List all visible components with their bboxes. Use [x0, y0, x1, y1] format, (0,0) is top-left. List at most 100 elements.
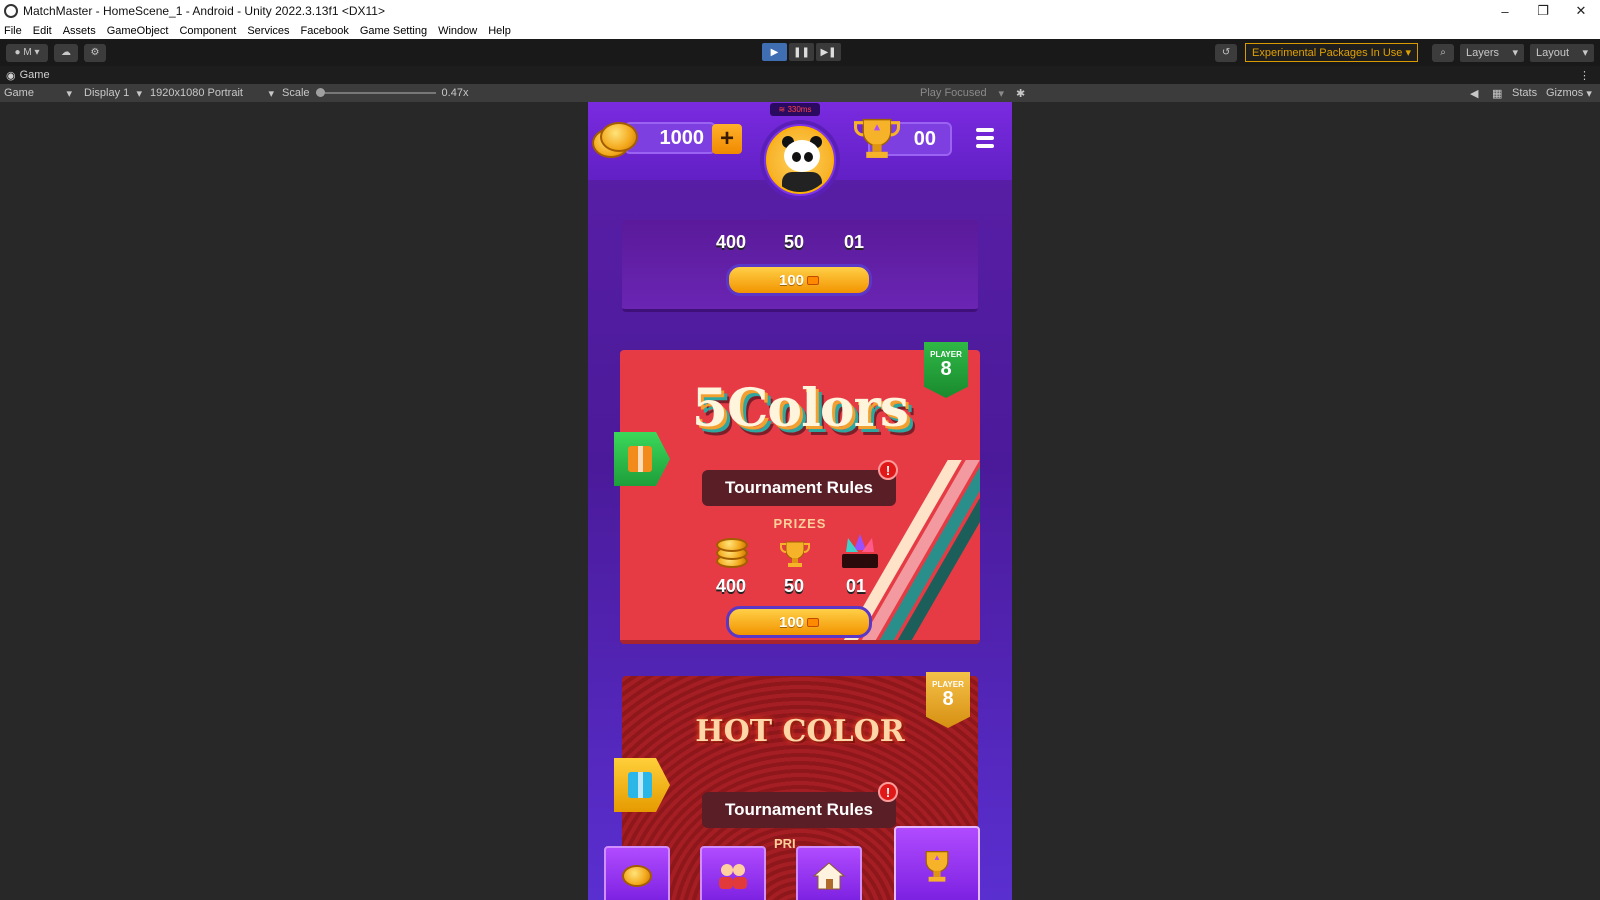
maximize-button[interactable]: ❐ [1524, 0, 1562, 22]
menu-gameobject[interactable]: GameObject [107, 25, 169, 37]
ping-indicator: ≋ 330ms [770, 103, 820, 116]
game-view-controls: Game ▾ Display 1 ▾ 1920x1080 Portrait ▾ Sca… [0, 84, 1600, 102]
friends-icon [719, 864, 747, 889]
ticket-icon [807, 617, 820, 627]
bug-icon[interactable]: ✱ [1012, 87, 1029, 100]
menu-edit[interactable]: Edit [33, 25, 52, 37]
settings-icon: ⚙ [90, 47, 100, 58]
chevron-down-icon: ▾ [268, 87, 274, 100]
menu-help[interactable]: Help [488, 25, 511, 37]
game-viewport[interactable]: 400 50 01 100 5Colors Tournament Rules !… [588, 102, 1012, 900]
wifi-icon: ≋ [778, 105, 788, 114]
frame-debugger-icon[interactable]: ▦ [1488, 87, 1506, 100]
search-button[interactable]: ⌕ [1432, 43, 1454, 62]
stats-button[interactable]: Stats [1508, 87, 1541, 99]
tournament-card-1[interactable]: 400 50 01 100 [622, 220, 978, 312]
account-label: M [23, 47, 32, 58]
coin-icon [592, 118, 638, 158]
mute-audio-icon[interactable]: ◀ [1466, 87, 1482, 100]
prize-trophies-value: 50 [784, 232, 805, 252]
game-title: HOT COLOR [695, 714, 905, 749]
menu-assets[interactable]: Assets [63, 25, 96, 37]
cloud-button[interactable]: ☁ [54, 43, 78, 62]
menu-window[interactable]: Window [438, 25, 477, 37]
avatar[interactable] [760, 120, 840, 200]
scale-control: Scale 0.47x [278, 87, 472, 99]
menu-bar: File Edit Assets GameObject Component Se… [0, 22, 1600, 39]
nav-friends-button[interactable] [700, 846, 766, 900]
prize-coins-value: 400 [716, 576, 747, 596]
tournament-rules-button[interactable]: Tournament Rules [702, 792, 896, 828]
player-count: 8 [940, 358, 952, 380]
layers-dropdown[interactable]: Layers ▾ [1460, 43, 1524, 62]
cloud-icon: ☁ [61, 47, 71, 58]
pause-button[interactable]: ❚❚ [789, 43, 814, 61]
view-select-value: Game [4, 87, 34, 99]
prize-coins-value: 400 [716, 232, 747, 252]
history-button[interactable]: ↺ [1215, 43, 1238, 62]
collab-button[interactable]: ⚙ [84, 43, 106, 62]
close-button[interactable]: ✕ [1562, 0, 1600, 22]
nav-shop-button[interactable] [604, 846, 670, 900]
menu-component[interactable]: Component [179, 25, 236, 37]
prize-trophies-value: 50 [784, 576, 805, 596]
nav-home-button[interactable] [796, 846, 862, 900]
gizmos-dropdown[interactable]: Gizmos ▾ [1542, 87, 1596, 100]
hamburger-menu-icon[interactable] [976, 128, 994, 148]
chevron-down-icon: ▾ [1582, 47, 1588, 59]
ticket-icon [807, 275, 820, 285]
layout-label: Layout [1536, 46, 1570, 59]
nav-tournament-button[interactable] [894, 826, 980, 900]
gamepad-icon: ◉ [6, 69, 16, 82]
menu-facebook[interactable]: Facebook [301, 25, 349, 37]
step-icon: ▶❚ [820, 46, 837, 58]
coin-stack-icon [716, 538, 750, 568]
bottom-navigation [588, 826, 1012, 900]
scale-label: Scale [282, 87, 310, 99]
resolution-select[interactable]: 1920x1080 Portrait ▾ [146, 87, 278, 100]
view-select[interactable]: Game ▾ [0, 87, 76, 100]
scale-slider[interactable] [315, 88, 436, 97]
menu-file[interactable]: File [4, 25, 22, 37]
gem-lotus-icon [838, 532, 882, 568]
display-select-value: Display 1 [84, 87, 130, 99]
home-icon [812, 862, 846, 890]
more-options-icon[interactable]: ⋮ [1579, 69, 1590, 82]
tournament-card-5colors[interactable]: 5Colors Tournament Rules ! PRIZES 400 50… [620, 350, 980, 644]
scale-slider-knob[interactable] [315, 88, 325, 97]
main-toolbar: ● M ▾ ☁ ⚙ ▶ ❚❚ ▶❚ ↺ Experimental Package… [0, 39, 1600, 66]
entry-fee-button[interactable]: 100 [726, 264, 872, 296]
play-mode-select[interactable]: Play Focused ▾ [916, 87, 1008, 100]
play-button[interactable]: ▶ [762, 43, 787, 61]
unity-logo-icon [4, 4, 18, 18]
window-titlebar: MatchMaster - HomeScene_1 - Android - Un… [0, 0, 1600, 22]
account-dropdown[interactable]: ● M ▾ [6, 43, 48, 62]
chevron-down-icon: ▾ [136, 87, 142, 100]
prize-items-value: 01 [846, 576, 867, 596]
trophy-icon [854, 116, 900, 160]
play-icon: ▶ [770, 46, 779, 58]
layout-dropdown[interactable]: Layout ▾ [1530, 43, 1594, 62]
gizmos-label: Gizmos [1546, 87, 1584, 99]
alert-icon: ! [878, 460, 898, 480]
tournament-rules-button[interactable]: Tournament Rules [702, 470, 896, 506]
player-count: 8 [942, 688, 954, 710]
display-select[interactable]: Display 1 ▾ [80, 87, 146, 100]
player-count-badge: PLAYER 8 [924, 342, 968, 398]
player-count-badge: PLAYER 8 [926, 672, 970, 728]
entry-fee-value: 100 [778, 613, 805, 631]
menu-services[interactable]: Services [247, 25, 289, 37]
menu-game-setting[interactable]: Game Setting [360, 25, 427, 37]
layers-label: Layers [1466, 46, 1500, 59]
minimize-button[interactable]: – [1486, 0, 1524, 22]
game-tab[interactable]: Game [20, 69, 50, 81]
trophy-icon [925, 851, 949, 882]
search-icon: ⌕ [1440, 47, 1446, 58]
shop-coins-icon [622, 865, 652, 887]
pause-icon: ❚❚ [793, 46, 810, 58]
add-coins-button[interactable]: + [712, 124, 742, 154]
account-icon: ● [14, 47, 24, 58]
step-button[interactable]: ▶❚ [816, 43, 841, 61]
experimental-packages-button[interactable]: Experimental Packages In Use ▾ [1245, 43, 1418, 62]
entry-fee-button[interactable]: 100 [726, 606, 872, 638]
